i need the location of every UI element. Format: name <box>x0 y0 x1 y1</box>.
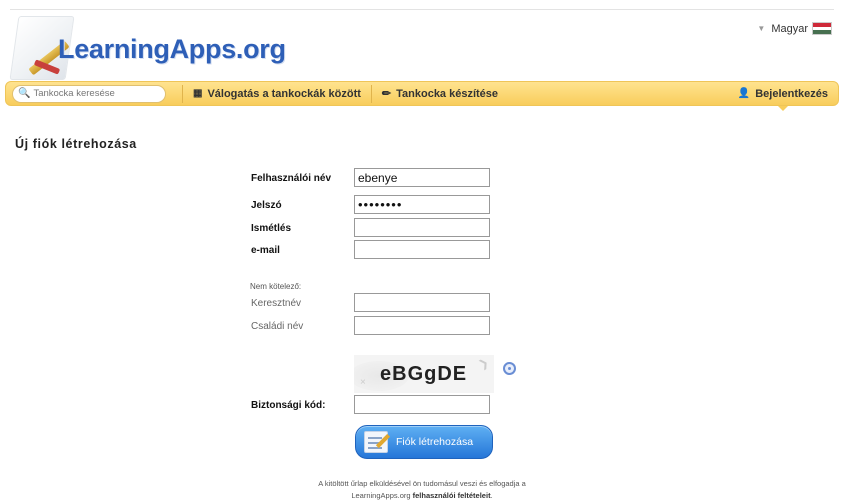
language-label: Magyar <box>771 22 808 35</box>
dropdown-triangle-icon: ▼ <box>757 24 766 33</box>
search-icon: 🔍 <box>18 88 31 99</box>
create-account-label: Fiók létrehozása <box>396 436 474 448</box>
email-label: e-mail <box>251 245 280 256</box>
nav-login-label: Bejelentkezés <box>755 87 828 100</box>
firstname-label: Keresztnév <box>251 298 302 309</box>
search-box[interactable]: 🔍 <box>12 84 166 103</box>
username-label: Felhasználói név <box>251 173 332 184</box>
terms-prefix: LearningApps.org <box>351 491 413 500</box>
username-field[interactable] <box>354 168 490 187</box>
lastname-label: Családi név <box>251 321 304 332</box>
logo-wordmark: LearningApps.org <box>58 34 286 64</box>
repeat-password-label: Ismétlés <box>251 223 292 234</box>
nav-create-label: Tankocka készítése <box>396 87 499 100</box>
user-icon: 👤 <box>737 88 751 99</box>
nav-browse-apps[interactable]: ▦ Válogatás a tankockák között <box>183 81 371 106</box>
terms-line-2: LearningApps.org felhasználói feltételei… <box>0 490 844 502</box>
captcha-refresh-icon[interactable] <box>503 362 516 375</box>
captcha-noise: ❯ <box>476 356 491 372</box>
nav-create-app[interactable]: ✏ Tankocka készítése <box>372 81 508 106</box>
terms-line-1: A kitöltött űrlap elküldésével ön tudomá… <box>318 479 526 488</box>
repeat-password-field[interactable] <box>354 218 490 237</box>
search-input[interactable] <box>33 88 162 99</box>
nav-browse-label: Válogatás a tankockák között <box>207 87 361 100</box>
language-selector[interactable]: ▼ Magyar <box>757 22 832 35</box>
main-navbar: 🔍 ▦ Válogatás a tankockák között ✏ Tanko… <box>5 81 839 111</box>
terms-suffix: . <box>490 491 493 500</box>
logo[interactable]: LearningApps.org <box>9 14 312 80</box>
nav-login[interactable]: 👤 Bejelentkezés <box>728 81 838 111</box>
optional-note: Nem kötelező: <box>250 282 302 291</box>
password-label: Jelszó <box>251 200 282 211</box>
grid-icon: ▦ <box>193 88 203 99</box>
captcha-noise: × <box>360 377 366 388</box>
captcha-image: ❯ × eBGgDE <box>354 355 494 393</box>
create-account-button[interactable]: Fiók létrehozása <box>355 425 493 459</box>
lastname-field[interactable] <box>354 316 490 335</box>
active-caret-icon <box>777 106 788 111</box>
page-title: Új fiók létrehozása <box>15 137 137 151</box>
terms-link[interactable]: felhasználói feltételeit <box>413 491 491 500</box>
captcha-text: eBGgDE <box>380 363 468 385</box>
form-edit-icon <box>364 431 388 453</box>
security-code-field[interactable] <box>354 395 490 414</box>
firstname-field[interactable] <box>354 293 490 312</box>
email-field[interactable] <box>354 240 490 259</box>
top-divider <box>10 9 834 10</box>
pencil-icon: ✏ <box>381 88 392 100</box>
password-field[interactable] <box>354 195 490 214</box>
hungarian-flag-icon <box>812 22 832 35</box>
security-code-label: Biztonsági kód: <box>251 400 326 411</box>
